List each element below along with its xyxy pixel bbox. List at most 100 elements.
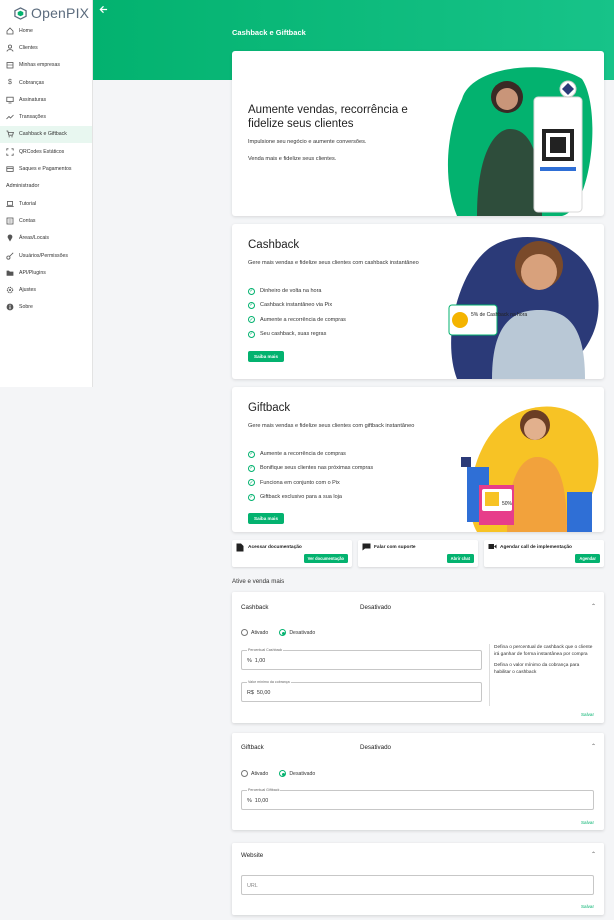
sidebar-item-label: API/Plugins: [19, 269, 46, 276]
giftback-badge-text: 50%: [502, 501, 513, 507]
action-label: Falar com suporte: [374, 545, 416, 550]
sidebar-item-label: Áreas/Locais: [19, 235, 49, 242]
user-icon: [6, 44, 14, 52]
logo[interactable]: OpenPIX: [0, 0, 92, 22]
radio-activated[interactable]: [241, 770, 248, 777]
action-card-support: Falar com suporte Abrir chat: [358, 540, 478, 567]
list-item: ✓ Cashback instantâneo via Pix: [248, 301, 333, 309]
sidebar-item-saques[interactable]: Saques e Pagamentos: [0, 160, 92, 177]
sidebar-item-ajustes[interactable]: Ajustes: [0, 281, 92, 298]
pin-icon: [6, 234, 14, 242]
cashback-benefits: ✓ Dinheiro de volta na hora ✓ Cashback ins…: [248, 284, 346, 341]
list-item: ✓ Seu cashback, suas regras: [248, 330, 327, 338]
open-chat-button[interactable]: Abrir chat: [446, 554, 474, 563]
chevron-up-icon[interactable]: ⌃: [591, 851, 596, 858]
radio-label: Ativado: [251, 770, 269, 777]
website-save-button[interactable]: Salvar: [581, 904, 594, 909]
sidebar-item-areas[interactable]: Áreas/Locais: [0, 230, 92, 247]
account-icon: [6, 217, 14, 225]
giftback-percent-field[interactable]: Percentual Giftback % 10,00: [241, 788, 594, 810]
field-label: Percentual Cashback: [247, 648, 284, 652]
cashback-percent-field[interactable]: Percentual Cashback % 1,00: [241, 648, 482, 670]
hero-line-2: Venda mais e fidelize seus clientes.: [248, 156, 337, 162]
website-url-input[interactable]: URL: [241, 875, 594, 895]
radio-activated[interactable]: [241, 629, 248, 636]
cashback-save-button[interactable]: Salvar: [581, 712, 594, 717]
sidebar-item-label: Usuários/Permissões: [19, 252, 69, 259]
list-item: ✓ Funciona em conjunto com o Pix: [248, 479, 340, 487]
giftback-card: Giftback Gere mais vendas e fidelize seu…: [232, 387, 604, 532]
giftback-benefits: ✓ Aumente a recorrência de compras ✓ Bonif…: [248, 447, 373, 504]
field-value: % 1,00: [247, 658, 266, 664]
website-settings-panel: Website ⌃ URL Salvar: [232, 843, 604, 915]
radio-deactivated[interactable]: [279, 770, 287, 777]
view-docs-button[interactable]: Ver documentação: [303, 554, 348, 563]
sidebar-item-assinaturas[interactable]: Assinaturas: [0, 91, 92, 108]
schedule-button[interactable]: Agendar: [575, 554, 600, 563]
sidebar-item-label: Home: [19, 27, 33, 34]
folder-icon: [6, 269, 14, 277]
list-item: ✓ Aumente a recorrência de compras: [248, 316, 346, 324]
chat-icon: [362, 543, 371, 553]
sidebar-item-api[interactable]: API/Plugins: [0, 264, 92, 281]
panel-title[interactable]: Giftback: [241, 744, 264, 751]
video-icon: [488, 543, 497, 552]
chevron-up-icon[interactable]: ⌃: [591, 743, 596, 750]
panel-title[interactable]: Website: [241, 852, 263, 859]
sidebar-item-label: Sobre: [19, 304, 33, 311]
radio-deactivated[interactable]: [279, 629, 287, 636]
sidebar-item-cashback-giftback[interactable]: Cashback e Giftback: [0, 125, 92, 144]
sidebar-item-qrcodes[interactable]: QRCodes Estáticos: [0, 143, 92, 160]
radio-label: Desativado: [289, 629, 316, 636]
sidebar-item-minhas-empresas[interactable]: Minhas empresas: [0, 57, 92, 74]
check-icon: ✓: [248, 287, 255, 295]
key-icon: [6, 252, 14, 260]
cashback-help-text: Defina o percentual de cashback que o cl…: [489, 644, 594, 706]
sidebar-item-sobre[interactable]: Sobre: [0, 299, 92, 316]
action-label: Acessar documentação: [248, 545, 302, 550]
sidebar-item-tutorial[interactable]: Tutorial: [0, 195, 92, 212]
sidebar-section-admin: Administrador: [6, 183, 40, 190]
cashback-subtitle: Gere mais vendas e fidelize seus cliente…: [248, 260, 419, 266]
back-arrow-icon[interactable]: [99, 5, 108, 17]
cashback-title: Cashback: [248, 239, 300, 251]
giftback-illustration: 50%: [461, 406, 599, 532]
sidebar-nav: Home Clientes Minhas empresas $ Cobrança…: [0, 22, 92, 316]
app-name: OpenPIX: [31, 5, 90, 21]
giftback-save-button[interactable]: Salvar: [581, 820, 594, 825]
settings-section-title: Ative e venda mais: [232, 578, 285, 585]
cashback-min-value-field[interactable]: Valor mínimo da cobrança R$ 50,00: [241, 680, 482, 702]
sidebar-item-label: Contas: [19, 217, 36, 224]
giftback-learn-more-button[interactable]: Saiba mais: [248, 513, 285, 524]
cashback-toggle-group: Ativado Desativado: [241, 629, 315, 636]
status-text: Desativado: [360, 604, 391, 611]
check-icon: ✓: [248, 316, 255, 324]
giftback-subtitle: Gere mais vendas e fidelize seus cliente…: [248, 423, 415, 429]
sidebar-item-contas[interactable]: Contas: [0, 212, 92, 229]
check-icon: ✓: [248, 330, 255, 338]
sidebar-item-home[interactable]: Home: [0, 22, 92, 39]
cashback-learn-more-button[interactable]: Saiba mais: [248, 351, 285, 362]
cashback-illustration: 5% de Cashback na hora: [448, 237, 599, 379]
chevron-up-icon[interactable]: ⌃: [591, 603, 596, 610]
cart-icon: [6, 130, 14, 138]
sidebar-item-clientes[interactable]: Clientes: [0, 39, 92, 56]
action-card-schedule: Agendar call de implementação Agendar: [484, 540, 604, 567]
giftback-toggle-group: Ativado Desativado: [241, 770, 315, 777]
list-item: ✓ Dinheiro de volta na hora: [248, 287, 322, 295]
check-icon: ✓: [248, 493, 255, 501]
check-icon: ✓: [248, 450, 255, 458]
sidebar-item-transacoes[interactable]: Transações: [0, 108, 92, 125]
list-item: ✓ Giftback exclusivo para a sua loja: [248, 493, 342, 501]
qrcode-icon: [6, 148, 14, 156]
gear-icon: [6, 286, 14, 294]
panel-title[interactable]: Cashback: [241, 604, 269, 611]
hero-title: Aumente vendas, recorrência e fidelize s…: [248, 104, 408, 130]
url-placeholder: URL: [247, 883, 258, 889]
giftback-title: Giftback: [248, 402, 291, 414]
sidebar-item-usuarios[interactable]: Usuários/Permissões: [0, 247, 92, 264]
sidebar-item-cobrancas[interactable]: $ Cobranças: [0, 74, 92, 91]
wallet-icon: [6, 165, 14, 173]
home-icon: [6, 27, 14, 35]
dollar-icon: $: [8, 79, 12, 87]
